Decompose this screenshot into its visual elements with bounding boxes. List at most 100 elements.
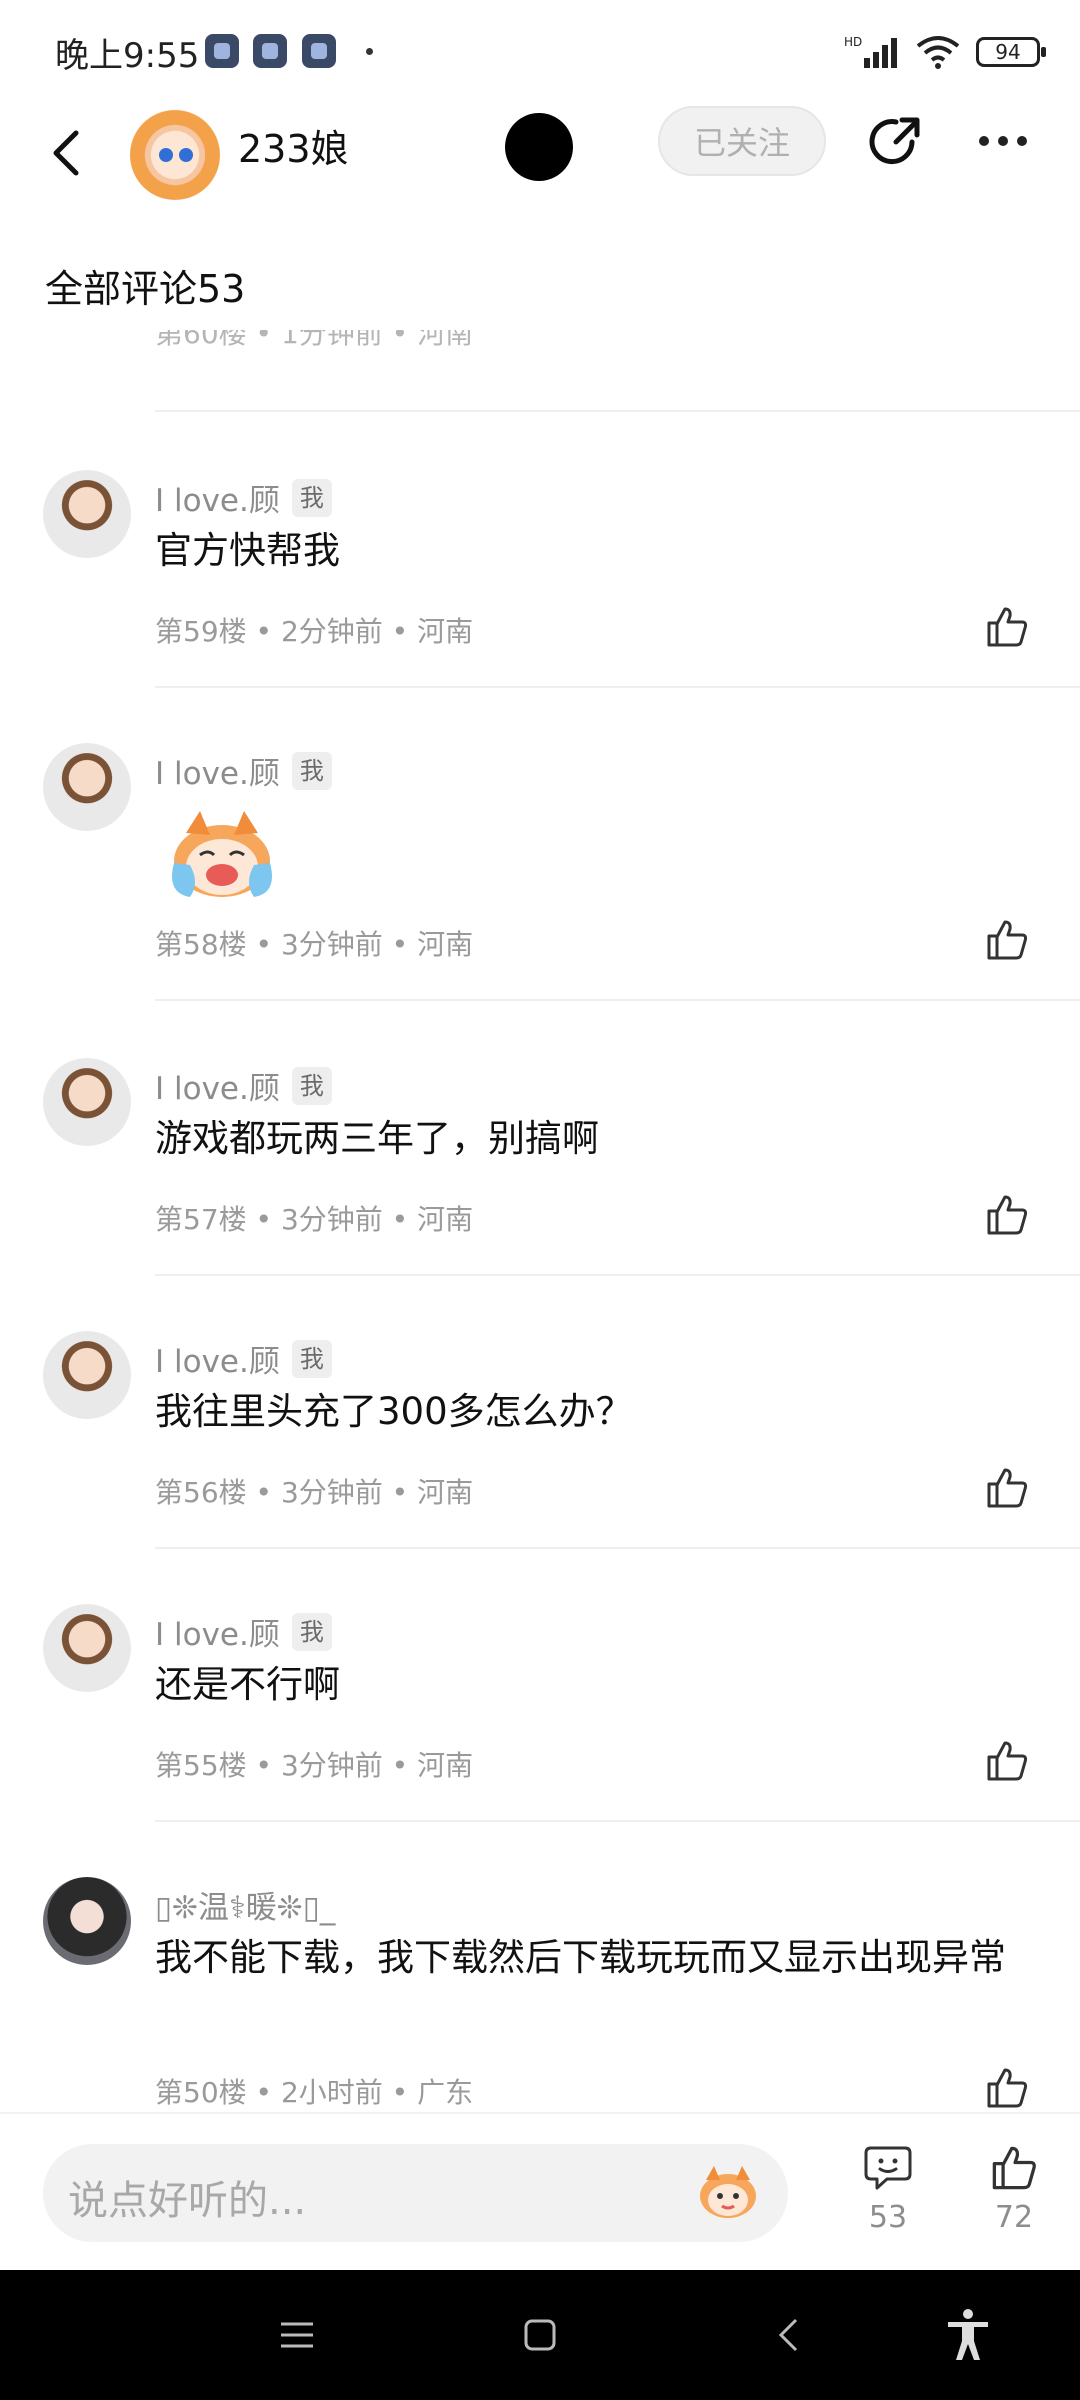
comment-count: 53 xyxy=(868,2200,908,2235)
accessibility-button[interactable] xyxy=(938,2305,998,2365)
me-tag: 我 xyxy=(291,1066,332,1105)
comment-text: 官方快帮我 xyxy=(155,529,340,572)
status-indicators: HD 94 xyxy=(844,30,1046,74)
thumbs-up-icon xyxy=(987,1195,1028,1235)
menu-nav-button[interactable] xyxy=(267,2305,327,2365)
author-avatar[interactable] xyxy=(125,100,225,200)
thumbs-up-icon xyxy=(987,2068,1028,2108)
username-text: I love.顾 xyxy=(155,483,280,519)
comment-username[interactable]: I love.顾 我 xyxy=(155,475,332,520)
more-dot xyxy=(979,136,989,146)
comments-action[interactable]: 53 xyxy=(848,2144,928,2235)
comment-bubble-icon xyxy=(864,2146,912,2190)
thumbs-up-icon xyxy=(987,920,1028,960)
mascot-emoji-button[interactable] xyxy=(696,2162,760,2222)
back-button[interactable] xyxy=(40,118,90,188)
comment-username[interactable]: I love.顾 我 xyxy=(155,1336,332,1381)
thumbs-up-icon xyxy=(987,1741,1028,1781)
app-notification-icon xyxy=(205,34,239,68)
like-button[interactable] xyxy=(982,915,1032,965)
divider xyxy=(155,686,1080,688)
follow-button[interactable]: 已关注 xyxy=(658,106,826,176)
like-post-action[interactable]: 72 xyxy=(974,2144,1054,2235)
thumbs-up-icon xyxy=(987,607,1028,647)
me-tag: 我 xyxy=(291,751,332,790)
user-avatar[interactable] xyxy=(43,1877,131,1965)
user-avatar[interactable] xyxy=(43,1604,131,1692)
comment-text: 我往里头充了300多怎么办？ xyxy=(155,1390,633,1433)
avatar-eye xyxy=(179,148,193,162)
post-header: 233娘 已关注 xyxy=(0,100,1080,210)
status-time: 晚上9:55 xyxy=(55,36,200,76)
wifi-icon xyxy=(916,36,960,69)
back-triangle-icon xyxy=(778,2318,798,2352)
status-bar: 晚上9:55 HD 94 xyxy=(0,0,1080,100)
comment-meta: 第58楼 • 3分钟前 • 河南 xyxy=(155,928,474,961)
back-nav-button[interactable] xyxy=(758,2305,818,2365)
comment-username[interactable]: ▯❊温⚕暖❊▯_ xyxy=(155,1882,335,1927)
me-tag: 我 xyxy=(291,478,332,517)
more-dot xyxy=(1017,136,1027,146)
like-count: 72 xyxy=(994,2200,1034,2235)
like-button[interactable] xyxy=(982,2063,1032,2110)
user-avatar[interactable] xyxy=(43,1331,131,1419)
app-notification-icon xyxy=(302,34,336,68)
username-text: ▯❊温⚕暖❊▯_ xyxy=(155,1890,336,1926)
divider xyxy=(155,1547,1080,1549)
battery-level: 94 xyxy=(995,40,1021,64)
username-text: I love.顾 xyxy=(155,1071,280,1107)
comment-meta: 第59楼 • 2分钟前 • 河南 xyxy=(155,615,474,648)
comment-username[interactable]: I love.顾 我 xyxy=(155,1609,332,1654)
like-button[interactable] xyxy=(982,1190,1032,1240)
comment-username[interactable]: I love.顾 我 xyxy=(155,748,332,793)
like-button[interactable] xyxy=(982,602,1032,652)
comment-text: 还是不行啊 xyxy=(155,1663,340,1706)
network-type-label: HD xyxy=(844,35,862,49)
divider xyxy=(155,1820,1080,1822)
comment-meta: 第56楼 • 3分钟前 • 河南 xyxy=(155,1476,474,1509)
avatar-eye xyxy=(159,148,173,162)
thumbs-up-icon xyxy=(992,2146,1036,2190)
input-placeholder: 说点好听的... xyxy=(68,2178,307,2224)
divider xyxy=(155,999,1080,1001)
home-nav-button[interactable] xyxy=(510,2305,570,2365)
comment-input-bar: 说点好听的... 53 72 xyxy=(0,2112,1080,2270)
thumbs-up-icon xyxy=(987,1468,1028,1508)
user-avatar[interactable] xyxy=(43,743,131,831)
divider xyxy=(155,1274,1080,1276)
comment-text: 游戏都玩两三年了，别搞啊 xyxy=(155,1117,599,1160)
more-notifications-icon xyxy=(366,48,373,55)
username-text: I love.顾 xyxy=(155,1344,280,1380)
home-square-icon xyxy=(524,2319,556,2351)
comment-meta: 第57楼 • 3分钟前 • 河南 xyxy=(155,1203,474,1236)
comment-input[interactable]: 说点好听的... xyxy=(43,2144,788,2242)
more-dot xyxy=(998,136,1008,146)
menu-icon xyxy=(281,2322,313,2348)
comment-meta: 第60楼 • 1分钟前 • 河南 xyxy=(155,330,474,350)
chevron-left-icon xyxy=(53,130,79,176)
comment-list[interactable]: 第60楼 • 1分钟前 • 河南 I love.顾 我 官方快帮我 第59楼 •… xyxy=(0,330,1080,2110)
me-tag: 我 xyxy=(291,1612,332,1651)
comment-meta: 第55楼 • 3分钟前 • 河南 xyxy=(155,1749,474,1782)
user-avatar[interactable] xyxy=(43,1058,131,1146)
comment-username[interactable]: I love.顾 我 xyxy=(155,1063,332,1108)
comment-text: 我不能下载，我下载然后下载玩玩而又显示出现异常 xyxy=(155,1936,1006,1979)
divider xyxy=(155,410,1080,412)
me-tag: 我 xyxy=(291,1339,332,1378)
app-notification-icon xyxy=(253,34,287,68)
user-avatar[interactable] xyxy=(43,470,131,558)
share-icon xyxy=(869,117,920,165)
like-button[interactable] xyxy=(982,1463,1032,1513)
accessibility-icon xyxy=(948,2309,988,2360)
like-button[interactable] xyxy=(982,1736,1032,1786)
username-text: I love.顾 xyxy=(155,1617,280,1653)
more-options-button[interactable] xyxy=(968,106,1038,176)
author-name[interactable]: 233娘 xyxy=(238,118,349,173)
share-button[interactable] xyxy=(860,106,930,176)
system-nav-bar xyxy=(0,2270,1080,2400)
crying-mascot-sticker xyxy=(172,811,272,897)
signal-icon: HD xyxy=(844,35,897,68)
all-comments-title: 全部评论53 xyxy=(45,267,246,311)
username-text: I love.顾 xyxy=(155,756,280,792)
battery-icon: 94 xyxy=(976,37,1046,67)
